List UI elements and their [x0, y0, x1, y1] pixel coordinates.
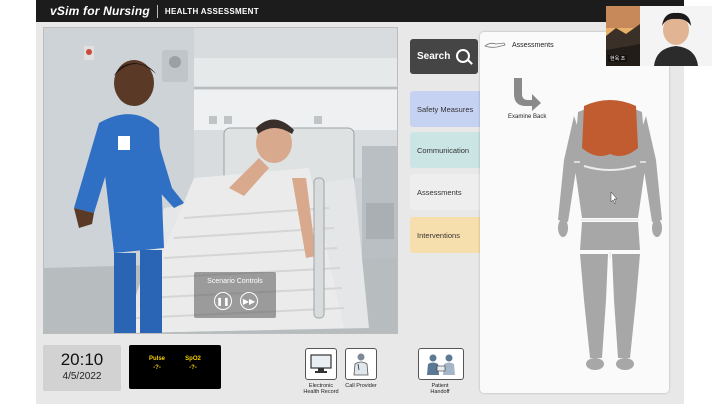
module-title: HEALTH ASSESSMENT [164, 6, 259, 16]
app-window: vSim for Nursing HEALTH ASSESSMENT Scena… [36, 0, 684, 404]
tab-label: Assessments [417, 187, 462, 197]
tool-label: Call Provider [345, 383, 377, 389]
clock-time: 20:10 [60, 350, 104, 369]
tab-label: Interventions [417, 230, 460, 240]
vital-spo2: SpO2 -?- [173, 356, 213, 371]
panel-header: Assessments [484, 38, 554, 52]
panel-title: Assessments [512, 41, 554, 49]
tab-safety-measures[interactable]: Safety Measures [410, 91, 480, 127]
computer-monitor-icon [305, 348, 337, 380]
vital-value: -?- [189, 365, 197, 371]
webcam-overlay: 현욱 조 [606, 6, 712, 66]
examine-back-label[interactable]: Examine Back [508, 114, 546, 120]
handoff-icon [418, 348, 464, 380]
chest-region[interactable] [582, 100, 638, 156]
pause-icon: ❚❚ [216, 296, 230, 306]
tab-label: Safety Measures [417, 104, 474, 114]
fast-forward-icon: ▶▶ [242, 296, 256, 306]
body-silhouette-icon [484, 42, 506, 48]
tool-label: Handoff [430, 389, 450, 395]
tab-interventions[interactable]: Interventions [410, 217, 480, 253]
search-label: Search [417, 51, 451, 62]
brand-logo: vSim for Nursing [50, 4, 150, 18]
vital-label: SpO2 [185, 356, 201, 362]
participant-video-image [654, 12, 698, 66]
patient-handoff-button[interactable]: Patient Handoff [418, 348, 464, 395]
search-button[interactable]: Search [410, 39, 478, 74]
vital-label: Pulse [148, 356, 165, 362]
tool-label: Health Record [303, 389, 339, 395]
vitals-monitor[interactable]: Pulse -?- SpO2 -?- [129, 345, 221, 389]
webcam-tile-landscape: 현욱 조 [606, 6, 640, 66]
top-bar: vSim for Nursing HEALTH ASSESSMENT [36, 0, 684, 22]
tab-label: Communication [417, 145, 470, 155]
body-map[interactable] [558, 100, 662, 372]
search-icon [456, 49, 470, 63]
webcam-participant-name: 현욱 조 [608, 55, 628, 62]
examine-back-icon[interactable] [508, 76, 542, 112]
vital-value: -?- [153, 365, 161, 371]
tab-communication[interactable]: Communication [410, 132, 480, 168]
clock-date: 4/5/2022 [62, 371, 102, 382]
simulation-scene[interactable]: Scenario Controls ❚❚ ▶▶ [43, 27, 398, 334]
vital-pulse: Pulse -?- [137, 356, 177, 371]
fast-forward-button[interactable]: ▶▶ [240, 292, 258, 310]
provider-icon [345, 348, 377, 380]
assessments-panel: Assessments Examine Back [480, 32, 669, 393]
call-provider-button[interactable]: Call Provider [342, 348, 380, 389]
scenario-controls-title: Scenario Controls [207, 278, 263, 285]
header-divider [156, 4, 158, 18]
electronic-health-record-button[interactable]: Electronic Health Record [302, 348, 340, 395]
scenario-controls: Scenario Controls ❚❚ ▶▶ [194, 272, 276, 318]
pause-button[interactable]: ❚❚ [214, 292, 232, 310]
simulation-clock: 20:10 4/5/2022 [43, 345, 121, 391]
tab-assessments[interactable]: Assessments [410, 174, 482, 210]
